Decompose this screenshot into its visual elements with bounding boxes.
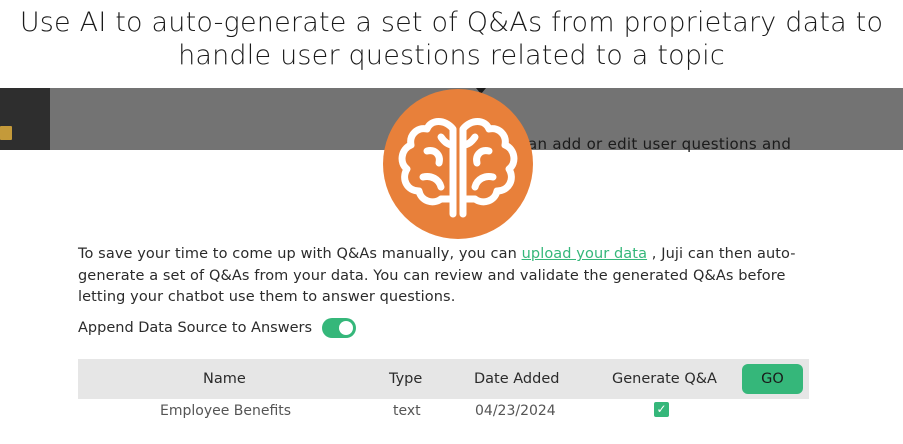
background-sidebar	[0, 88, 50, 150]
brain-icon	[383, 89, 533, 239]
row-type: text	[393, 403, 421, 419]
row-date-added: 04/23/2024	[475, 403, 556, 419]
headline: Use AI to auto-generate a set of Q&As fr…	[0, 6, 903, 72]
append-source-label: Append Data Source to Answers	[78, 320, 313, 336]
table-row[interactable]: Employee Benefits text 04/23/2024 ✓	[78, 399, 809, 429]
checkmark-icon: ✓	[656, 402, 667, 416]
toggle-knob	[339, 321, 354, 335]
upload-data-link[interactable]: upload your data	[522, 246, 647, 262]
append-source-toggle[interactable]	[322, 318, 357, 338]
column-header-generate: Generate Q&A	[612, 371, 717, 387]
generate-checkbox[interactable]: ✓	[654, 402, 669, 417]
append-source-row: Append Data Source to Answers	[78, 318, 357, 338]
column-header-type[interactable]: Type	[389, 359, 422, 399]
go-button[interactable]: GO	[742, 364, 803, 394]
headline-line-1: Use AI to auto-generate a set of Q&As fr…	[19, 7, 884, 38]
column-header-name[interactable]: Name	[203, 359, 246, 399]
row-name: Employee Benefits	[160, 403, 292, 419]
description-before-link: To save your time to come up with Q&As m…	[78, 246, 522, 262]
table-header: Name Type Date Added Generate Q&A GO	[78, 359, 809, 399]
headline-line-2: handle user questions related to a topic	[178, 40, 725, 71]
background-panel-text: an add or edit user questions and	[528, 135, 792, 153]
description-text: To save your time to come up with Q&As m…	[78, 244, 798, 309]
background-thumbnail	[0, 126, 12, 140]
column-header-date-added[interactable]: Date Added	[474, 359, 559, 399]
